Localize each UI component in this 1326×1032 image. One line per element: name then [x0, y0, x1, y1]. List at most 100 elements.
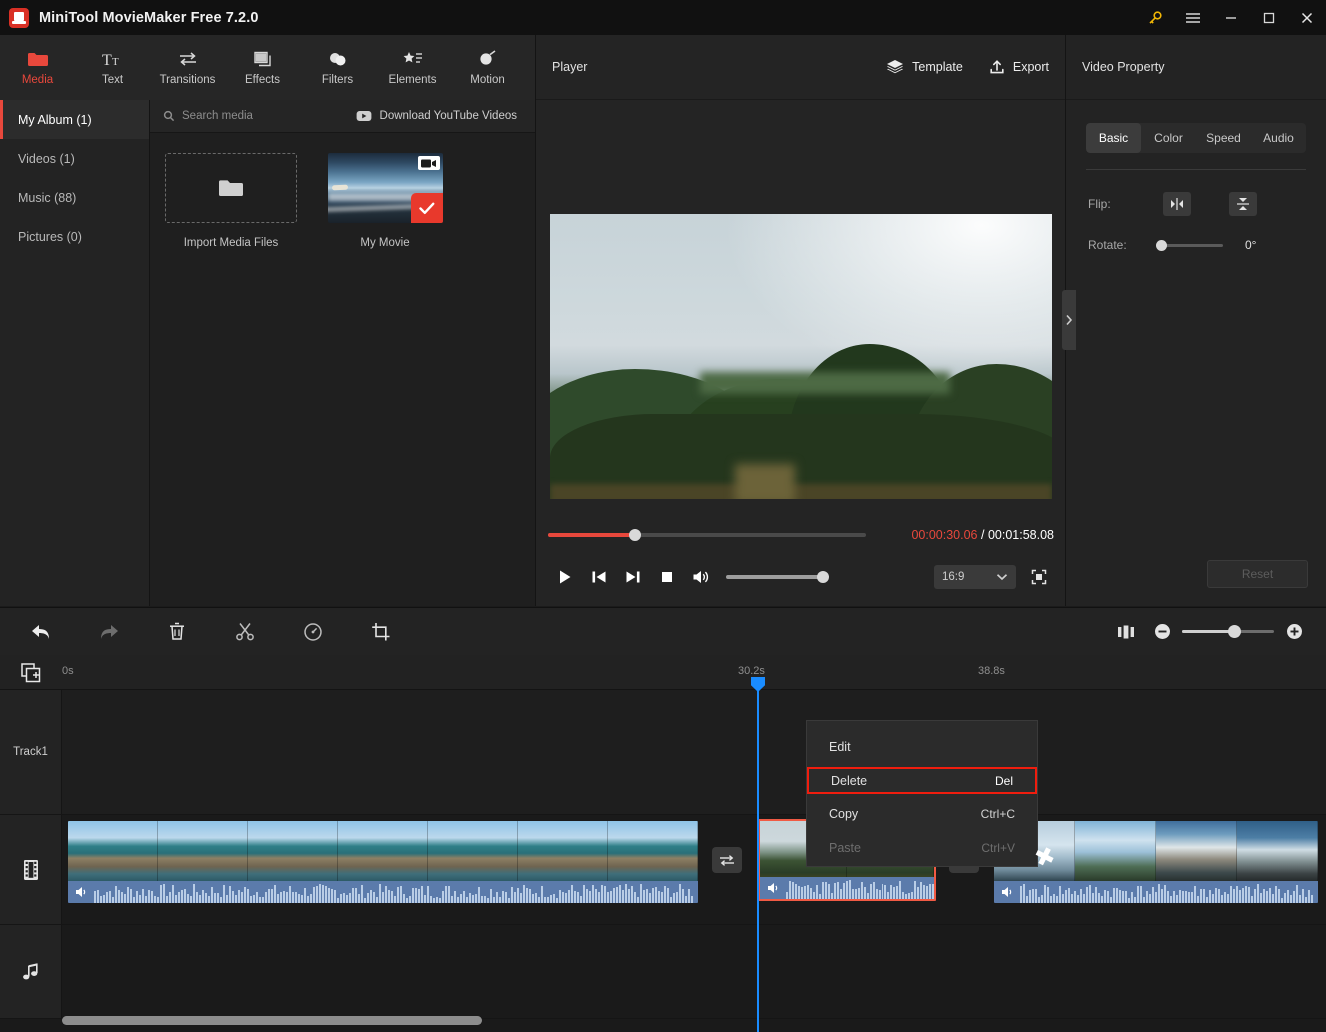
waveform-bar: [601, 884, 603, 903]
video-preview[interactable]: [550, 214, 1052, 499]
context-menu-item-delete[interactable]: Delete Del: [807, 767, 1037, 794]
waveform-bar: [1290, 895, 1292, 903]
hamburger-menu-icon[interactable]: [1174, 0, 1212, 35]
zoom-in-button[interactable]: [1276, 608, 1312, 656]
waveform-bar: [670, 897, 672, 903]
waveform-bar: [538, 896, 540, 903]
volume-icon[interactable]: [766, 880, 782, 896]
transition-marker-1[interactable]: [712, 847, 742, 873]
context-menu-item-copy[interactable]: Copy Ctrl+C: [807, 797, 1037, 831]
playhead[interactable]: [757, 677, 759, 1032]
waveform-bar: [313, 887, 315, 903]
search-input[interactable]: Search media: [163, 110, 253, 122]
tab-basic[interactable]: Basic: [1086, 123, 1141, 153]
reset-button[interactable]: Reset: [1207, 560, 1308, 588]
tab-audio[interactable]: Audio: [1251, 123, 1306, 153]
fit-to-screen-button[interactable]: [1108, 608, 1144, 656]
waveform-bar: [866, 893, 869, 899]
previous-frame-button[interactable]: [582, 560, 616, 594]
fit-to-screen-icon: [1118, 625, 1134, 638]
track-row-video[interactable]: [62, 815, 1326, 925]
thumb-boat: [331, 184, 348, 191]
waveform-bar: [289, 886, 291, 903]
sidebar-item-my-album[interactable]: My Album (1): [0, 100, 149, 139]
minimize-icon[interactable]: [1212, 0, 1250, 35]
waveform-bar: [427, 886, 429, 903]
tab-filters-label: Filters: [321, 73, 354, 86]
zoom-handle[interactable]: [1228, 625, 1241, 638]
tab-filters[interactable]: Filters: [300, 35, 375, 100]
sidebar-item-music[interactable]: Music (88): [0, 178, 149, 217]
download-youtube-button[interactable]: Download YouTube Videos: [356, 110, 517, 122]
undo-button[interactable]: [14, 608, 68, 656]
stop-button[interactable]: [650, 560, 684, 594]
tab-transitions[interactable]: Transitions: [150, 35, 225, 100]
volume-icon[interactable]: [1000, 884, 1016, 900]
waveform-bar: [1266, 890, 1268, 903]
volume-button[interactable]: [684, 560, 718, 594]
tab-speed[interactable]: Speed: [1196, 123, 1251, 153]
panel-collapse-handle[interactable]: [1062, 290, 1076, 350]
import-media-button[interactable]: [165, 153, 297, 223]
volume-handle[interactable]: [817, 571, 829, 583]
waveform-bar: [127, 887, 129, 903]
crop-button[interactable]: [354, 608, 408, 656]
track-header-text[interactable]: Track1: [0, 690, 62, 815]
track-row-text[interactable]: [62, 690, 1326, 815]
flip-vertical-button[interactable]: [1229, 192, 1257, 216]
template-button[interactable]: Template: [886, 59, 963, 75]
waveform-bar: [610, 891, 612, 903]
play-button[interactable]: [548, 560, 582, 594]
waveform-bar: [379, 884, 381, 903]
sidebar-item-videos[interactable]: Videos (1): [0, 139, 149, 178]
speed-button[interactable]: [286, 608, 340, 656]
next-frame-button[interactable]: [616, 560, 650, 594]
total-time: 00:01:58.08: [987, 528, 1054, 542]
volume-icon[interactable]: [74, 884, 90, 900]
seek-slider[interactable]: [548, 529, 866, 541]
export-button[interactable]: Export: [989, 59, 1049, 75]
waveform-bar: [295, 891, 297, 903]
fullscreen-button[interactable]: [1024, 562, 1054, 592]
rotate-handle[interactable]: [1156, 239, 1167, 251]
waveform-bar: [1023, 884, 1025, 903]
track-header-audio[interactable]: [0, 925, 62, 1019]
waveform-bar: [265, 892, 267, 903]
waveform-bar: [676, 891, 678, 903]
split-button[interactable]: [218, 608, 272, 656]
maximize-icon[interactable]: [1250, 0, 1288, 35]
timeline-clip-harbor[interactable]: [68, 821, 698, 903]
waveform-bar: [568, 890, 570, 903]
aspect-ratio-select[interactable]: 16:9: [934, 565, 1016, 589]
tab-elements[interactable]: Elements: [375, 35, 450, 100]
play-icon: [560, 570, 571, 584]
sidebar-item-pictures[interactable]: Pictures (0): [0, 217, 149, 256]
flip-horizontal-button[interactable]: [1163, 192, 1191, 216]
zoom-slider[interactable]: [1182, 625, 1274, 638]
add-track-icon[interactable]: [20, 662, 42, 684]
tab-effects[interactable]: Effects: [225, 35, 300, 100]
waveform-bar: [914, 881, 917, 899]
tab-media[interactable]: Media: [0, 35, 75, 100]
tab-color[interactable]: Color: [1141, 123, 1196, 153]
rotate-slider[interactable]: [1156, 239, 1223, 251]
stop-icon: [662, 572, 672, 582]
track-header-video[interactable]: [0, 815, 62, 925]
zoom-out-button[interactable]: [1144, 608, 1180, 656]
close-icon[interactable]: [1288, 0, 1326, 35]
context-menu-item-edit[interactable]: Edit: [807, 730, 1037, 764]
waveform-bar: [1245, 885, 1247, 903]
delete-button[interactable]: [150, 608, 204, 656]
waveform-bar: [346, 895, 348, 903]
seek-handle[interactable]: [629, 529, 641, 541]
timeline-ruler[interactable]: 0s 30.2s 38.8s: [0, 655, 1326, 690]
media-thumbnail[interactable]: [327, 153, 443, 223]
tab-motion[interactable]: Motion: [450, 35, 525, 100]
track-row-audio[interactable]: [62, 925, 1326, 1019]
waveform-bar: [370, 889, 372, 903]
volume-slider[interactable]: [726, 571, 829, 583]
waveform-bar: [815, 885, 818, 899]
key-icon[interactable]: [1136, 0, 1174, 35]
timeline-scrollbar[interactable]: [62, 1016, 482, 1025]
tab-text[interactable]: TT Text: [75, 35, 150, 100]
